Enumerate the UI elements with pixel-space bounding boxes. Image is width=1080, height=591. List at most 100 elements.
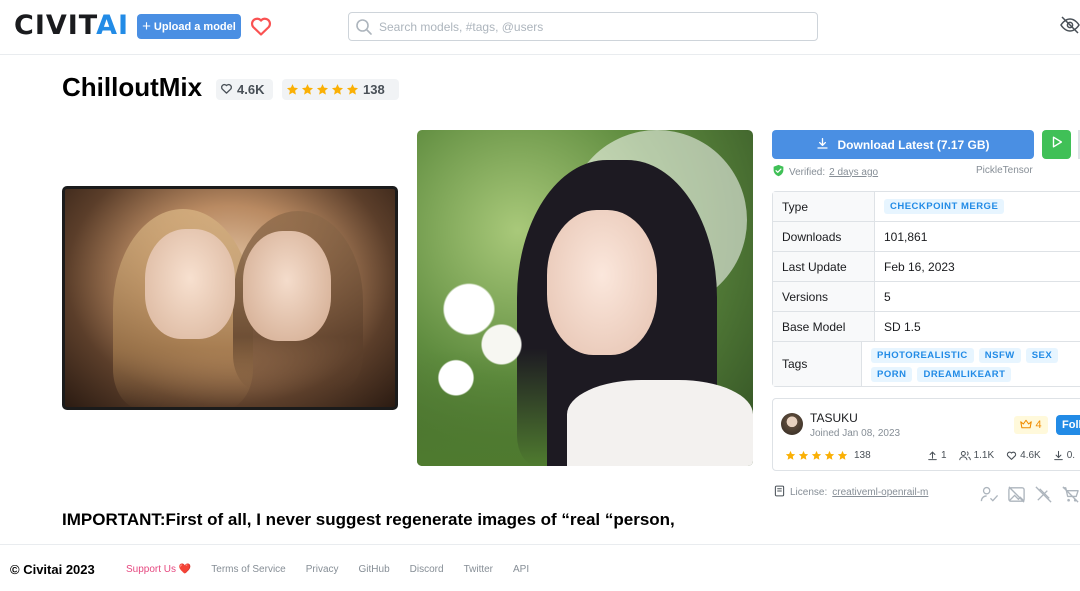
download-icon: [1053, 450, 1063, 461]
site-header: CIVITAI + Upload a model Search models, …: [0, 0, 1080, 55]
model-details-table: Type CHECKPOINT MERGE Downloads 101,861 …: [772, 191, 1080, 387]
footer-link-github[interactable]: GitHub: [359, 564, 390, 575]
search-placeholder: Search models, #tags, @users: [379, 20, 544, 34]
details-row-downloads: Downloads 101,861: [773, 222, 1080, 252]
license-permissions: [980, 485, 1080, 504]
star-icon: [785, 450, 796, 460]
footer-link-twitter[interactable]: Twitter: [464, 564, 493, 575]
likes-badge[interactable]: 4.6K: [216, 79, 273, 100]
crown-count: 4: [1035, 419, 1042, 431]
details-label: Type: [773, 192, 875, 221]
creator-name[interactable]: TASUKU: [810, 411, 858, 425]
heart-outline-icon: [220, 82, 233, 98]
followers-count: 1.1K: [973, 450, 995, 461]
site-footer: © Civitai 2023 Support Us ❤️ Terms of Se…: [0, 544, 1080, 591]
verified-date-link[interactable]: 2 days ago: [829, 167, 878, 178]
license-link[interactable]: creativeml-openrail-m: [832, 487, 928, 498]
footer-link-support[interactable]: Support Us ❤️: [126, 564, 191, 575]
creator-likes-stat: 4.6K: [1006, 450, 1041, 461]
tag-badge[interactable]: SEX: [1025, 348, 1059, 363]
star-icon: [346, 84, 359, 95]
details-label: Last Update: [773, 252, 875, 281]
no-sell-images-icon: [1008, 486, 1025, 503]
star-icon: [798, 450, 809, 460]
civitai-logo[interactable]: CIVITAI: [14, 12, 129, 40]
creator-downloads-stat: 0.: [1053, 450, 1075, 461]
details-value: Feb 16, 2023: [884, 259, 955, 274]
details-row-type: Type CHECKPOINT MERGE: [773, 192, 1080, 222]
avatar[interactable]: [781, 413, 803, 435]
download-latest-button[interactable]: Download Latest (7.17 GB): [772, 130, 1034, 159]
search-icon: [355, 18, 373, 41]
verified-prefix: Verified:: [789, 166, 826, 178]
model-preview-image-1[interactable]: [62, 186, 398, 410]
no-run-icon: [1035, 486, 1052, 503]
license-icon: [774, 485, 785, 500]
creator-downloads-count: 0.: [1066, 450, 1076, 461]
license-prefix: License:: [790, 487, 828, 498]
star-icon: [301, 84, 314, 95]
star-icon: [316, 84, 329, 95]
footer-link-terms[interactable]: Terms of Service: [211, 564, 285, 575]
details-row-versions: Versions 5: [773, 282, 1080, 312]
star-icon: [811, 450, 822, 460]
details-value: PHOTOREALISTIC NSFW SEX PORN DREAMLIKEAR…: [862, 342, 1080, 386]
creator-rating-count: 138: [854, 450, 871, 461]
tag-badge[interactable]: PHOTOREALISTIC: [871, 348, 974, 363]
creator-rank-badge: 4: [1014, 416, 1048, 434]
eye-off-icon[interactable]: [1060, 15, 1080, 40]
star-icon: [286, 84, 299, 95]
type-badge[interactable]: CHECKPOINT MERGE: [884, 199, 1005, 214]
likes-count: 4.6K: [237, 82, 265, 97]
footer-copyright: © Civitai 2023: [10, 562, 95, 577]
tag-badge[interactable]: PORN: [871, 367, 913, 382]
star-icon: [837, 450, 848, 460]
search-input[interactable]: Search models, #tags, @users: [348, 12, 818, 41]
details-value: 101,861: [884, 229, 928, 244]
model-title: ChilloutMix: [62, 72, 203, 102]
footer-link-discord[interactable]: Discord: [410, 564, 444, 575]
download-icon: [816, 137, 829, 153]
verified-shield-icon: [772, 164, 785, 180]
image-shape: [145, 229, 235, 339]
follow-button[interactable]: Foll: [1056, 415, 1080, 435]
uploader-name[interactable]: PickleTensor: [976, 165, 1033, 176]
details-row-last-update: Last Update Feb 16, 2023: [773, 252, 1080, 282]
creator-card: TASUKU Joined Jan 08, 2023 4 Foll 138 1 …: [772, 398, 1080, 471]
license-info: License: creativeml-openrail-m: [774, 485, 928, 500]
details-value: 5: [884, 289, 891, 304]
logo-text-main: CIVIT: [14, 10, 97, 41]
creator-rating-stars: [785, 450, 848, 461]
description-heading: IMPORTANT:First of all, I never suggest …: [62, 510, 675, 529]
star-icon: [824, 450, 835, 460]
image-shape: [567, 380, 753, 466]
details-label: Versions: [773, 282, 875, 311]
plus-icon: +: [142, 18, 151, 35]
upload-model-button[interactable]: + Upload a model: [137, 14, 241, 39]
tags-list: PHOTOREALISTIC NSFW SEX PORN DREAMLIKEAR…: [871, 342, 1080, 388]
creator-stats: 1 1.1K 4.6K 0.: [927, 450, 1075, 461]
image-shape: [547, 210, 657, 355]
heart-outline-icon: [1007, 451, 1017, 460]
model-preview-image-2[interactable]: [417, 130, 753, 466]
download-label: Download Latest (7.17 GB): [837, 137, 990, 152]
details-label: Base Model: [773, 312, 875, 341]
rating-badge[interactable]: 138: [282, 79, 399, 100]
tag-badge[interactable]: NSFW: [978, 348, 1021, 363]
no-credit-icon: [980, 486, 999, 502]
creator-joined: Joined Jan 08, 2023: [810, 428, 901, 439]
details-value: CHECKPOINT MERGE: [875, 192, 1080, 221]
crown-icon: [1020, 419, 1033, 432]
details-row-base-model: Base Model SD 1.5: [773, 312, 1080, 342]
logo-text-ai: AI: [96, 10, 130, 41]
verified-status: Verified: 2 days ago: [772, 164, 878, 180]
heart-icon[interactable]: [249, 14, 273, 38]
tag-badge[interactable]: DREAMLIKEART: [917, 367, 1012, 382]
play-icon: [1050, 135, 1064, 154]
image-shape: [243, 231, 331, 341]
rating-count: 138: [363, 82, 385, 97]
no-sell-model-icon: [1062, 486, 1079, 503]
run-model-button[interactable]: [1042, 130, 1071, 159]
footer-link-api[interactable]: API: [513, 564, 529, 575]
footer-link-privacy[interactable]: Privacy: [306, 564, 339, 575]
